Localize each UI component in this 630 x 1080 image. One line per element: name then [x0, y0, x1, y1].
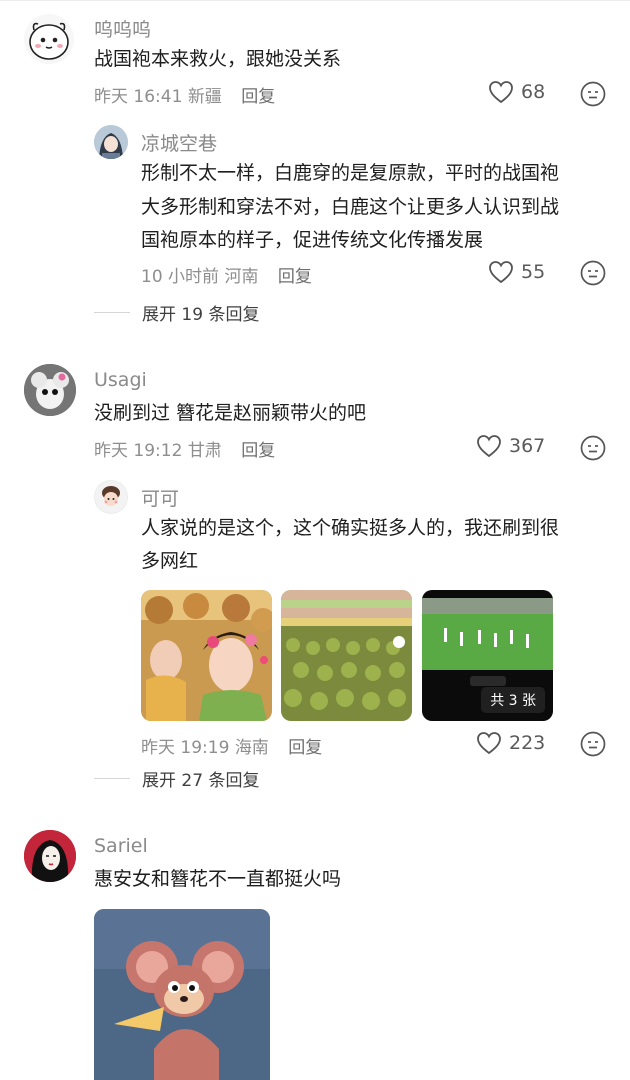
like-count: 223	[509, 732, 546, 754]
reply-image-thumbnail[interactable]: 共 3 张	[422, 590, 553, 721]
heart-icon	[489, 81, 513, 104]
reply-meta: 10 小时前 河南 回复	[141, 262, 312, 287]
avatar-girl-icon	[102, 486, 120, 506]
comment-location: 新疆	[187, 87, 222, 107]
reply-location: 海南	[234, 738, 269, 758]
avatar[interactable]	[94, 125, 128, 159]
like-button[interactable]: 223	[476, 731, 545, 755]
reply-image-thumbnail[interactable]	[281, 590, 412, 721]
comment-username[interactable]: Usagi	[94, 369, 147, 391]
reply-username[interactable]: 可可	[141, 484, 179, 511]
reply-button[interactable]: 回复	[241, 441, 275, 461]
reply-text-line: 形制不太一样，白鹿穿的是复原款，平时的战国袍	[141, 162, 560, 184]
more-options-icon	[580, 435, 606, 461]
reply-username[interactable]: 凉城空巷	[141, 129, 217, 156]
reply-text-line: 人家说的是这个，这个确实挺多人的，我还刷到很	[141, 517, 560, 539]
cartoon-mouse-sticker	[94, 909, 270, 1080]
reply-text-line: 国袍原本的样子，促进传统文化传播发展	[141, 229, 484, 251]
comment-text: 惠安女和簪花不一直都挺火吗	[94, 868, 342, 890]
more-options-icon	[580, 260, 606, 286]
comment-text: 战国袍本来救火，跟她没关系	[94, 48, 342, 70]
avatar-mouse-icon	[24, 364, 76, 416]
like-button[interactable]: 367	[476, 434, 545, 458]
flower-crowd-photo	[141, 590, 272, 721]
like-count: 55	[521, 261, 546, 283]
comment-time: 昨天 16:41	[94, 87, 183, 107]
like-count: 68	[521, 81, 546, 103]
more-options-icon	[580, 81, 606, 107]
expand-replies-button[interactable]: 展开 19 条回复	[94, 300, 259, 325]
more-options-icon	[580, 731, 606, 757]
avatar[interactable]	[24, 364, 76, 416]
comment-text: 没刷到过 簪花是赵丽颖带火的吧	[94, 402, 367, 424]
expand-replies-button[interactable]: 展开 27 条回复	[94, 766, 259, 791]
comment-meta: 昨天 19:12 甘肃 回复	[94, 436, 275, 461]
reply-location: 河南	[224, 267, 259, 287]
reply-text-line: 多网红	[141, 550, 199, 572]
reply-time: 10 小时前	[141, 267, 220, 287]
comment-time: 昨天 19:12	[94, 441, 183, 461]
heart-icon	[477, 732, 501, 755]
reply-button[interactable]: 回复	[288, 738, 322, 758]
reply-text-line: 大多形制和穿法不对，白鹿这个让更多人认识到战	[141, 196, 560, 218]
heart-icon	[489, 261, 513, 284]
avatar-white-creature-icon	[29, 22, 69, 60]
reply-button[interactable]: 回复	[241, 87, 275, 107]
more-options-button[interactable]	[580, 260, 606, 290]
more-options-button[interactable]	[580, 435, 606, 465]
expand-divider	[94, 778, 130, 779]
more-options-button[interactable]	[580, 81, 606, 111]
like-count: 367	[509, 435, 546, 457]
reply-time: 昨天 19:19	[141, 738, 230, 758]
avatar-portrait-icon	[24, 830, 76, 882]
comment-username[interactable]: 呜呜呜	[94, 15, 151, 42]
avatar[interactable]	[24, 830, 76, 882]
heart-icon	[477, 435, 501, 458]
expand-divider	[94, 312, 130, 313]
reply-image-thumbnail[interactable]	[141, 590, 272, 721]
expand-replies-label: 展开 19 条回复	[142, 305, 260, 325]
top-divider	[0, 0, 630, 1]
avatar-anime-girl-icon	[94, 125, 128, 159]
stadium-crowd-photo	[281, 590, 412, 721]
comment-username[interactable]: Sariel	[94, 835, 148, 857]
avatar[interactable]	[24, 14, 74, 64]
comment-location: 甘肃	[187, 441, 222, 461]
avatar[interactable]	[94, 480, 128, 514]
like-button[interactable]: 68	[488, 80, 545, 104]
comment-image-thumbnail[interactable]	[94, 909, 270, 1080]
image-count-badge: 共 3 张	[481, 687, 545, 713]
more-options-button[interactable]	[580, 731, 606, 761]
like-button[interactable]: 55	[488, 260, 545, 284]
expand-replies-label: 展开 27 条回复	[142, 771, 260, 791]
reply-button[interactable]: 回复	[278, 267, 312, 287]
comment-meta: 昨天 16:41 新疆 回复	[94, 82, 275, 107]
reply-meta: 昨天 19:19 海南 回复	[141, 733, 322, 758]
